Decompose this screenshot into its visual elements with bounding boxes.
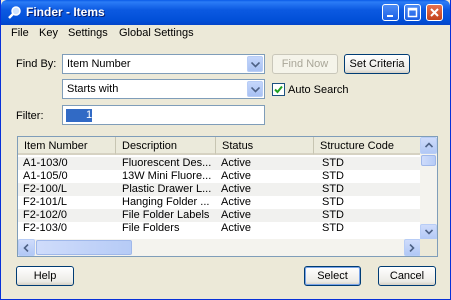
menu-file[interactable]: File <box>11 27 29 39</box>
table-row[interactable]: F2-100/L Plastic Drawer L... Active STD <box>18 183 421 196</box>
help-button[interactable]: Help <box>16 266 74 286</box>
chevron-down-icon <box>251 87 260 93</box>
auto-search-checkbox[interactable] <box>272 83 285 96</box>
filter-selection: 1 <box>66 109 92 122</box>
maximize-icon <box>407 7 418 18</box>
maximize-button[interactable] <box>404 4 421 21</box>
column-header-description[interactable]: Description <box>116 137 216 155</box>
vertical-scroll-thumb[interactable] <box>421 155 436 166</box>
dropdown-arrow[interactable] <box>247 81 263 97</box>
chevron-left-icon <box>23 244 29 252</box>
table-row[interactable]: F2-102/0 File Folder Labels Active STD <box>18 209 421 222</box>
find-by-field-value: Item Number <box>67 58 131 70</box>
vertical-scrollbar[interactable] <box>420 137 437 241</box>
checkmark-icon <box>274 85 283 94</box>
search-icon <box>8 6 21 19</box>
filter-value: 1 <box>86 109 93 121</box>
menu-settings[interactable]: Settings <box>68 27 108 39</box>
column-header-item-number[interactable]: Item Number <box>18 137 116 155</box>
menu-key[interactable]: Key <box>39 27 58 39</box>
chevron-down-icon <box>425 229 433 235</box>
menu-bar: File Key Settings Global Settings <box>1 25 450 42</box>
close-button[interactable] <box>426 4 443 21</box>
results-grid[interactable]: Item Number Description Status Structure… <box>17 136 438 257</box>
filter-input[interactable]: 1 <box>62 105 265 125</box>
chevron-right-icon <box>409 244 415 252</box>
find-by-field-select[interactable]: Item Number <box>62 54 265 74</box>
filter-label: Filter: <box>16 110 44 122</box>
column-header-status[interactable]: Status <box>216 137 314 155</box>
scroll-left-button[interactable] <box>18 239 35 256</box>
horizontal-scroll-thumb[interactable] <box>36 240 132 255</box>
table-row[interactable]: A1-103/0 Fluorescent Des... Active STD <box>18 157 421 170</box>
chevron-down-icon <box>251 62 260 68</box>
scroll-up-button[interactable] <box>420 137 437 154</box>
match-type-value: Starts with <box>67 83 119 95</box>
cancel-button[interactable]: Cancel <box>378 266 436 286</box>
scroll-right-button[interactable] <box>404 239 421 256</box>
table-row[interactable]: F2-101/L Hanging Folder ... Active STD <box>18 196 421 209</box>
find-by-label: Find By: <box>16 58 57 70</box>
horizontal-scrollbar[interactable] <box>18 239 421 256</box>
chevron-up-icon <box>425 142 433 148</box>
finder-window: Finder - Items File Key Settings Global … <box>0 0 451 300</box>
window-title: Finder - Items <box>26 5 105 19</box>
minimize-icon <box>387 15 393 17</box>
auto-search-label: Auto Search <box>288 84 349 96</box>
title-bar: Finder - Items <box>1 0 450 25</box>
scrollbar-corner <box>420 239 437 256</box>
match-type-select[interactable]: Starts with <box>62 79 265 99</box>
select-button[interactable]: Select <box>304 266 361 286</box>
menu-global-settings[interactable]: Global Settings <box>119 27 194 39</box>
minimize-button[interactable] <box>382 4 399 21</box>
dropdown-arrow[interactable] <box>247 56 263 72</box>
table-row[interactable]: A1-105/0 13W Mini Fluore... Active STD <box>18 170 421 183</box>
find-now-button[interactable]: Find Now <box>272 54 338 74</box>
set-criteria-button[interactable]: Set Criteria <box>344 54 410 74</box>
table-row[interactable]: F2-103/0 File Folders Active STD <box>18 222 421 235</box>
close-icon <box>430 8 439 17</box>
column-header-structure-code[interactable]: Structure Code <box>314 137 421 155</box>
